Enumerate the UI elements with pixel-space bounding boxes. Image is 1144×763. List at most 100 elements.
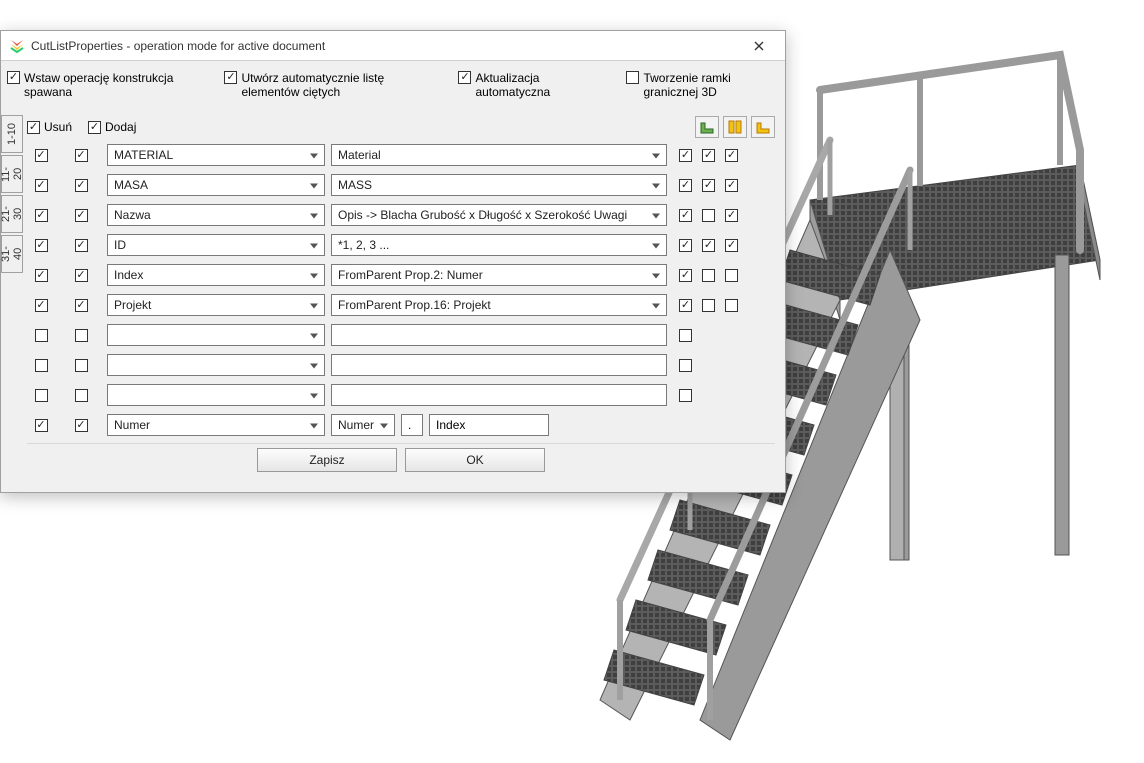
- option-label: Tworzenie ramki granicznej 3D: [643, 71, 779, 99]
- row-remove-checkbox[interactable]: [35, 299, 48, 312]
- property-name-combo[interactable]: Numer: [107, 414, 325, 436]
- row-tail-checkbox-1[interactable]: [679, 359, 692, 372]
- row-tail: [679, 149, 738, 162]
- numer-field-1[interactable]: Numer: [331, 414, 395, 436]
- window-title: CutListProperties - operation mode for a…: [31, 39, 739, 53]
- row-tail-checkbox-3[interactable]: [725, 149, 738, 162]
- property-value[interactable]: Opis -> Blacha Grubość x Długość x Szero…: [331, 204, 667, 226]
- checkbox[interactable]: [88, 121, 101, 134]
- header-remove[interactable]: Usuń: [27, 120, 72, 134]
- property-value[interactable]: FromParent Prop.16: Projekt: [331, 294, 667, 316]
- row-remove-checkbox[interactable]: [35, 149, 48, 162]
- row-tail-checkbox-2[interactable]: [702, 269, 715, 282]
- header-label: Dodaj: [105, 120, 136, 134]
- property-name-combo[interactable]: Index: [107, 264, 325, 286]
- row-tail-checkbox-1[interactable]: [679, 149, 692, 162]
- row-tail-checkbox-1[interactable]: [679, 299, 692, 312]
- row-remove-checkbox[interactable]: [35, 239, 48, 252]
- option-insert-weldment[interactable]: Wstaw operację konstrukcja spawana: [7, 71, 190, 99]
- option-3d-bounding[interactable]: Tworzenie ramki granicznej 3D: [626, 71, 779, 99]
- row-tail-checkbox-2[interactable]: [702, 149, 715, 162]
- profile-icon: [727, 119, 743, 135]
- property-name-combo[interactable]: MASA: [107, 174, 325, 196]
- row-tail-checkbox-1[interactable]: [679, 389, 692, 402]
- row-remove-checkbox[interactable]: [35, 359, 48, 372]
- row-remove-checkbox[interactable]: [35, 389, 48, 402]
- row-tail-checkbox-1[interactable]: [679, 209, 692, 222]
- row-tail-checkbox-3[interactable]: [725, 299, 738, 312]
- checkbox[interactable]: [7, 71, 20, 84]
- property-row: ID *1, 2, 3 ...: [27, 233, 775, 257]
- row-add-checkbox[interactable]: [75, 329, 88, 342]
- row-add-checkbox[interactable]: [75, 359, 88, 372]
- numer-field-2[interactable]: Index: [429, 414, 549, 436]
- row-remove-checkbox[interactable]: [35, 419, 48, 432]
- checkbox[interactable]: [27, 121, 40, 134]
- row-tail-checkbox-1[interactable]: [679, 239, 692, 252]
- row-add-checkbox[interactable]: [75, 389, 88, 402]
- row-add-checkbox[interactable]: [75, 299, 88, 312]
- row-add-checkbox[interactable]: [75, 419, 88, 432]
- option-label: Aktualizacja automatyczna: [475, 71, 592, 99]
- close-button[interactable]: [739, 32, 779, 60]
- property-value[interactable]: MASS: [331, 174, 667, 196]
- angle-green-icon: [699, 119, 715, 135]
- row-tail-checkbox-3[interactable]: [725, 239, 738, 252]
- property-value[interactable]: *1, 2, 3 ...: [331, 234, 667, 256]
- row-remove-checkbox[interactable]: [35, 269, 48, 282]
- option-auto-cutlist[interactable]: Utwórz automatycznie listę elementów cię…: [224, 71, 424, 99]
- option-label: Utwórz automatycznie listę elementów cię…: [241, 71, 424, 99]
- option-auto-update[interactable]: Aktualizacja automatyczna: [458, 71, 592, 99]
- property-name-combo[interactable]: [107, 384, 325, 406]
- row-tail: [679, 269, 738, 282]
- tool-button-3[interactable]: [751, 116, 775, 138]
- row-add-checkbox[interactable]: [75, 209, 88, 222]
- property-name-combo[interactable]: MATERIAL: [107, 144, 325, 166]
- row-tail-checkbox-3[interactable]: [725, 269, 738, 282]
- row-add-checkbox[interactable]: [75, 239, 88, 252]
- row-tail-checkbox-2[interactable]: [702, 209, 715, 222]
- row-tail-checkbox-3[interactable]: [725, 179, 738, 192]
- dialog-footer: Zapisz OK: [27, 443, 775, 482]
- row-tail: [679, 239, 738, 252]
- property-value[interactable]: FromParent Prop.2: Numer: [331, 264, 667, 286]
- row-add-checkbox[interactable]: [75, 269, 88, 282]
- numer-separator[interactable]: .: [401, 414, 423, 436]
- options-row: Wstaw operację konstrukcja spawana Utwór…: [1, 61, 785, 113]
- row-tail-checkbox-1[interactable]: [679, 179, 692, 192]
- property-value[interactable]: [331, 384, 667, 406]
- header-add[interactable]: Dodaj: [88, 120, 136, 134]
- property-name-combo[interactable]: Nazwa: [107, 204, 325, 226]
- save-button[interactable]: Zapisz: [257, 448, 397, 472]
- property-value[interactable]: [331, 324, 667, 346]
- property-name-combo[interactable]: ID: [107, 234, 325, 256]
- checkbox[interactable]: [224, 71, 237, 84]
- property-value[interactable]: Material: [331, 144, 667, 166]
- row-remove-checkbox[interactable]: [35, 329, 48, 342]
- row-tail: [679, 209, 738, 222]
- property-name-combo[interactable]: Projekt: [107, 294, 325, 316]
- ok-button[interactable]: OK: [405, 448, 545, 472]
- side-tab[interactable]: 31-40: [1, 235, 23, 273]
- checkbox[interactable]: [626, 71, 639, 84]
- row-tail-checkbox-2[interactable]: [702, 239, 715, 252]
- row-tail-checkbox-1[interactable]: [679, 269, 692, 282]
- row-remove-checkbox[interactable]: [35, 209, 48, 222]
- side-tab[interactable]: 21-30: [1, 195, 23, 233]
- row-tail: [679, 299, 738, 312]
- row-add-checkbox[interactable]: [75, 149, 88, 162]
- side-tab[interactable]: 1-10: [1, 115, 23, 153]
- tool-button-2[interactable]: [723, 116, 747, 138]
- row-tail-checkbox-3[interactable]: [725, 209, 738, 222]
- row-tail-checkbox-2[interactable]: [702, 179, 715, 192]
- row-tail-checkbox-1[interactable]: [679, 329, 692, 342]
- row-remove-checkbox[interactable]: [35, 179, 48, 192]
- property-name-combo[interactable]: [107, 324, 325, 346]
- property-name-combo[interactable]: [107, 354, 325, 376]
- row-tail-checkbox-2[interactable]: [702, 299, 715, 312]
- property-value[interactable]: [331, 354, 667, 376]
- side-tab[interactable]: 11-20: [1, 155, 23, 193]
- tool-button-1[interactable]: [695, 116, 719, 138]
- row-add-checkbox[interactable]: [75, 179, 88, 192]
- checkbox[interactable]: [458, 71, 471, 84]
